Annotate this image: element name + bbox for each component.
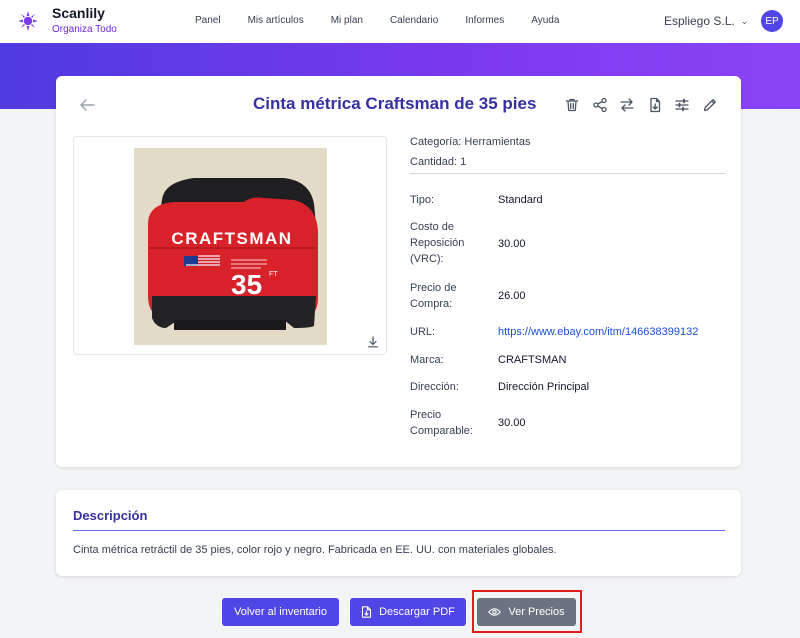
brand-name: Scanlily: [52, 5, 105, 21]
highlight-box: [472, 590, 582, 633]
file-download-icon: [362, 606, 372, 618]
nav-item-mi-plan[interactable]: Mi plan: [331, 15, 363, 26]
detail-label-direccion: Dirección:: [410, 381, 459, 393]
download-file-icon[interactable]: [647, 97, 663, 113]
item-photo[interactable]: CRAFTSMAN 35 FT: [134, 148, 327, 345]
item-photo-frame: CRAFTSMAN 35 FT: [73, 136, 387, 355]
download-pdf-label: Descargar PDF: [379, 606, 455, 618]
detail-label-tipo: Tipo:: [410, 194, 435, 206]
photo-size-text: 35: [231, 269, 262, 300]
back-to-inventory-label: Volver al inventario: [234, 606, 327, 618]
detail-value-marca: CRAFTSMAN: [498, 354, 567, 366]
brand[interactable]: Scanlily Organiza Todo: [18, 6, 117, 35]
top-navbar: Scanlily Organiza Todo Panel Mis artícul…: [0, 0, 800, 43]
description-divider: [73, 530, 725, 531]
back-arrow-icon[interactable]: [78, 96, 96, 114]
detail-value-url-link[interactable]: https://www.ebay.com/itm/146638399132: [498, 324, 698, 340]
sliders-icon[interactable]: [674, 97, 690, 113]
download-pdf-button[interactable]: Descargar PDF: [350, 598, 466, 626]
item-title: Cinta métrica Craftsman de 35 pies: [253, 94, 537, 113]
back-to-inventory-button[interactable]: Volver al inventario: [222, 598, 339, 626]
company-name: Espliego S.L.: [664, 14, 735, 28]
sun-logo-icon: [18, 11, 38, 31]
main-nav: Panel Mis artículos Mi plan Calendario I…: [195, 15, 586, 26]
nav-item-mis-articulos[interactable]: Mis artículos: [248, 15, 304, 26]
share-icon[interactable]: [592, 97, 608, 113]
detail-value-costo-reposicion: 30.00: [498, 238, 526, 250]
detail-value-direccion: Dirección Principal: [498, 381, 590, 393]
photo-unit-text: FT: [269, 271, 278, 278]
detail-label-precio-comparable: Precio Comparable:: [410, 409, 473, 437]
detail-value-tipo: Standard: [498, 194, 543, 206]
detail-value-precio-comparable: 30.00: [498, 417, 526, 429]
download-icon[interactable]: [367, 336, 379, 348]
transfer-icon[interactable]: [619, 97, 635, 113]
divider: [410, 173, 725, 174]
nav-item-ayuda[interactable]: Ayuda: [531, 15, 559, 26]
detail-label-costo-reposicion: Costo de Reposición (VRC):: [410, 221, 465, 265]
nav-item-panel[interactable]: Panel: [195, 15, 221, 26]
nav-item-calendario[interactable]: Calendario: [390, 15, 438, 26]
description-text: Cinta métrica retráctil de 35 pies, colo…: [73, 544, 557, 556]
brand-tagline: Organiza Todo: [52, 24, 117, 35]
nav-item-informes[interactable]: Informes: [465, 15, 504, 26]
photo-brand-text: CRAFTSMAN: [171, 229, 292, 248]
item-quantity: Cantidad: 1: [410, 156, 467, 168]
detail-label-marca: Marca:: [410, 354, 444, 366]
edit-icon[interactable]: [702, 97, 718, 113]
detail-value-precio-compra: 26.00: [498, 290, 526, 302]
detail-label-url: URL:: [410, 326, 436, 338]
detail-label-precio-compra: Precio de Compra:: [410, 282, 457, 310]
trash-icon[interactable]: [564, 97, 580, 113]
chevron-down-icon: ⌄: [740, 15, 749, 26]
company-switcher[interactable]: Espliego S.L. ⌄: [664, 14, 748, 28]
item-category: Categoría: Herramientas: [410, 136, 531, 148]
description-card: Descripción Cinta métrica retráctil de 3…: [56, 490, 741, 576]
item-detail-card: Cinta métrica Craftsman de 35 pies CRAFT…: [56, 76, 741, 467]
item-actions: [564, 97, 730, 113]
avatar[interactable]: EP: [761, 10, 783, 32]
description-title: Descripción: [73, 508, 148, 523]
